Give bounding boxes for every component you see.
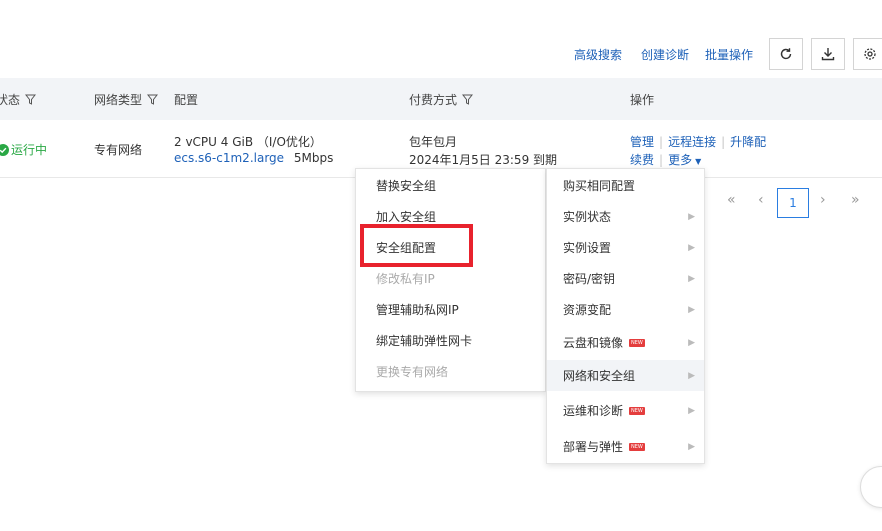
- download-button[interactable]: [811, 38, 845, 70]
- status-text: 运行中: [11, 143, 48, 157]
- chevron-right-icon: ▶: [688, 304, 695, 315]
- renew-link[interactable]: 续费: [630, 153, 654, 167]
- actions-line1: 管理 | 远程连接 | 升降配: [630, 133, 766, 150]
- menu-item-instance-status[interactable]: 实例状态 ▶: [547, 201, 704, 232]
- menu-item-deploy-elastic[interactable]: 部署与弹性 NEW ▶: [547, 431, 704, 462]
- submenu-item-replace-security-group[interactable]: 替换安全组: [356, 170, 545, 201]
- refresh-icon: [780, 48, 792, 60]
- refresh-button[interactable]: [769, 38, 803, 70]
- header-billing: 付费方式: [409, 91, 474, 108]
- header-status: 状态: [0, 91, 37, 108]
- menu-item-resource-change[interactable]: 资源变配 ▶: [547, 294, 704, 325]
- more-dropdown[interactable]: 更多 ▼: [668, 153, 701, 167]
- remote-connect-link[interactable]: 远程连接: [668, 135, 716, 149]
- header-network-type: 网络类型: [94, 91, 159, 108]
- new-badge: NEW: [629, 442, 645, 451]
- last-page-button[interactable]: »: [851, 192, 860, 208]
- more-actions-menu: 购买相同配置 实例状态 ▶ 实例设置 ▶ 密码/密钥 ▶ 资源变配 ▶ 云盘和镜像 NEW…: [546, 168, 705, 464]
- divider: |: [659, 135, 664, 149]
- new-badge: NEW: [629, 338, 645, 347]
- filter-icon[interactable]: [462, 94, 474, 105]
- actions-line2: 续费 | 更多 ▼: [630, 151, 701, 168]
- menu-item-ops-diagnosis[interactable]: 运维和诊断 NEW ▶: [547, 395, 704, 426]
- bandwidth-text: 5Mbps: [293, 151, 334, 165]
- ecs-instance-page: 高级搜索 创建诊断 批量操作 状态 网络类型 配置 付费方式 操作 运行中 专有…: [0, 0, 882, 531]
- divider: |: [659, 153, 664, 167]
- submenu-item-manage-secondary-ip[interactable]: 管理辅助私网IP: [356, 294, 545, 325]
- filter-icon[interactable]: [147, 94, 159, 105]
- highlight-annotation-box: [360, 224, 473, 267]
- gear-icon: [864, 48, 876, 60]
- chevron-right-icon: ▶: [688, 242, 695, 253]
- network-security-submenu: 替换安全组 加入安全组 安全组配置 修改私有IP 管理辅助私网IP 绑定辅助弹性…: [355, 168, 546, 392]
- expire-date: 2024年1月5日 23:59 到期: [409, 153, 558, 167]
- upgrade-downgrade-link[interactable]: 升降配: [730, 135, 766, 149]
- menu-item-instance-settings[interactable]: 实例设置 ▶: [547, 232, 704, 263]
- billing-type: 包年包月: [409, 135, 458, 149]
- menu-item-password-key[interactable]: 密码/密钥 ▶: [547, 263, 704, 294]
- table-header: 状态 网络类型 配置 付费方式 操作: [0, 78, 882, 120]
- more-label: 更多: [668, 153, 693, 167]
- submenu-item-modify-private-ip: 修改私有IP: [376, 272, 435, 286]
- page-1-button[interactable]: 1: [777, 188, 809, 218]
- config-type-cell: ecs.s6-c1m2.large 5Mbps: [174, 151, 333, 165]
- caret-down-icon: ▼: [695, 157, 702, 166]
- chevron-right-icon: ▶: [688, 337, 695, 348]
- chevron-right-icon: ▶: [688, 405, 695, 416]
- settings-button[interactable]: [853, 38, 882, 70]
- manage-link[interactable]: 管理: [630, 135, 654, 149]
- header-config: 配置: [174, 93, 199, 107]
- download-icon: [821, 48, 835, 61]
- next-page-button[interactable]: ›: [820, 192, 826, 208]
- status-cell: 运行中: [0, 141, 47, 158]
- floating-help-button[interactable]: [860, 466, 882, 508]
- chevron-right-icon: ▶: [688, 441, 695, 452]
- chevron-right-icon: ▶: [688, 273, 695, 284]
- chevron-right-icon: ▶: [688, 211, 695, 222]
- batch-operations-link[interactable]: 批量操作: [705, 46, 753, 63]
- create-diagnosis-link[interactable]: 创建诊断: [641, 46, 689, 63]
- advanced-search-link[interactable]: 高级搜索: [574, 46, 622, 63]
- submenu-item-bind-secondary-eni[interactable]: 绑定辅助弹性网卡: [356, 325, 545, 356]
- prev-page-button[interactable]: ‹: [758, 192, 764, 208]
- first-page-button[interactable]: «: [727, 192, 736, 208]
- header-actions: 操作: [630, 93, 655, 107]
- menu-item-disk-image[interactable]: 云盘和镜像 NEW ▶: [547, 327, 704, 358]
- divider: |: [721, 135, 726, 149]
- menu-item-network-security[interactable]: 网络和安全组 ▶: [547, 360, 704, 391]
- filter-icon[interactable]: [25, 94, 37, 105]
- check-circle-icon: [0, 143, 9, 156]
- chevron-right-icon: ▶: [688, 370, 695, 381]
- menu-item-buy-same-config[interactable]: 购买相同配置: [547, 170, 704, 201]
- new-badge: NEW: [629, 406, 645, 415]
- submenu-item-change-vpc: 更换专有网络: [376, 365, 449, 379]
- config-spec: 2 vCPU 4 GiB （I/O优化）: [174, 135, 322, 149]
- network-type-cell: 专有网络: [94, 143, 143, 157]
- instance-type-link[interactable]: ecs.s6-c1m2.large: [174, 151, 284, 165]
